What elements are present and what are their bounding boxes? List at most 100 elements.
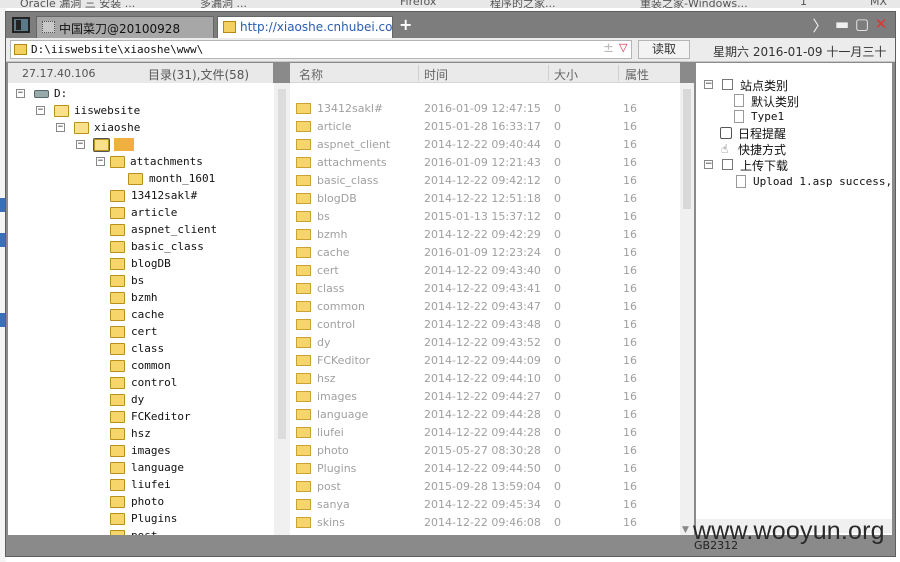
upload-log-item[interactable]: Upload 1.asp success, w (736, 174, 892, 190)
tree-node-folder[interactable]: bzmh (110, 290, 260, 306)
tree-node-folder[interactable]: control (110, 375, 260, 391)
collapse-icon[interactable]: − (76, 140, 85, 149)
file-row[interactable]: bs 2015-01-13 15:37:12 0 16 (290, 207, 680, 225)
collapse-icon[interactable]: − (16, 89, 25, 98)
file-row[interactable]: FCKeditor 2014-12-22 09:44:09 0 16 (290, 351, 680, 369)
tree-node-folder[interactable]: liufei (110, 477, 260, 493)
column-name-header[interactable]: 名称 (299, 66, 323, 83)
file-time: 2014-12-22 09:45:34 (424, 498, 541, 511)
column-attr-header[interactable]: 属性 (625, 66, 649, 83)
file-row[interactable]: images 2014-12-22 09:44:27 0 16 (290, 387, 680, 405)
file-row[interactable]: Plugins 2014-12-22 09:44:50 0 16 (290, 459, 680, 477)
app-menu-icon[interactable] (12, 17, 30, 33)
file-row[interactable]: sanya 2014-12-22 09:45:34 0 16 (290, 495, 680, 513)
column-separator[interactable] (418, 65, 419, 81)
tree-node-folder[interactable]: 13412sakl# (110, 188, 260, 204)
scrollbar-thumb[interactable] (683, 89, 691, 209)
tree-node-folder[interactable]: cache (110, 307, 260, 323)
path-input[interactable]: D:\iiswebsite\xiaoshe\www\ ± ▽ (10, 40, 632, 59)
scrollbar-thumb[interactable] (278, 89, 286, 439)
file-row[interactable]: photo 2015-05-27 08:30:28 0 16 (290, 441, 680, 459)
site-category-node[interactable]: − 站点类别 (704, 77, 884, 93)
tree-node-folder[interactable]: cert (110, 324, 260, 340)
file-time: 2014-12-22 09:44:28 (424, 426, 541, 439)
tree-node-folder[interactable]: language (110, 460, 260, 476)
file-row[interactable]: aspnet_client 2014-12-22 09:40:44 0 16 (290, 135, 680, 153)
file-row[interactable]: skins 2014-12-22 09:46:08 0 16 (290, 513, 680, 531)
file-row[interactable]: attachments 2016-01-09 12:21:43 0 16 (290, 153, 680, 171)
close-icon[interactable]: ✕ (873, 15, 889, 33)
tab-file-manager[interactable]: http://xiaoshe.cnhubei.com/a... (217, 16, 393, 38)
tree-scrollbar[interactable] (274, 83, 290, 535)
new-tab-button[interactable]: + (399, 15, 413, 34)
tree-node-folder[interactable]: post (110, 528, 260, 535)
minimize-icon[interactable]: ▬ (834, 15, 850, 33)
folder-icon (110, 275, 125, 287)
file-list-scrollbar[interactable]: ▼ (680, 83, 694, 535)
type1-node[interactable]: Type1 (734, 109, 884, 125)
chevron-down-icon[interactable]: ▽ (619, 41, 627, 54)
file-attr: 16 (623, 138, 637, 151)
tree-node-folder[interactable]: Plugins (110, 511, 260, 527)
tree-node-xiaoshe[interactable]: − xiaoshe (56, 120, 196, 136)
collapse-icon[interactable]: − (56, 123, 65, 132)
file-row[interactable]: 13412sakl# 2016-01-09 12:47:15 0 16 (290, 99, 680, 117)
column-separator[interactable] (618, 65, 619, 81)
tree-node-folder[interactable]: FCKeditor (110, 409, 260, 425)
tree-node-folder[interactable]: aspnet_client (110, 222, 260, 238)
file-row[interactable]: control 2014-12-22 09:43:48 0 16 (290, 315, 680, 333)
tree-node-folder[interactable]: common (110, 358, 260, 374)
file-row[interactable]: dy 2014-12-22 09:43:52 0 16 (290, 333, 680, 351)
file-row[interactable]: common 2014-12-22 09:43:47 0 16 (290, 297, 680, 315)
file-row[interactable]: blogDB 2014-12-22 12:51:18 0 16 (290, 189, 680, 207)
forward-icon[interactable]: 〉 (812, 15, 828, 36)
folder-icon (296, 283, 311, 294)
collapse-icon[interactable]: − (96, 157, 105, 166)
schedule-node[interactable]: 日程提醒 (720, 125, 880, 141)
column-size-header[interactable]: 大小 (554, 66, 578, 83)
file-row[interactable]: basic_class 2014-12-22 09:42:12 0 16 (290, 171, 680, 189)
file-row[interactable]: bzmh 2014-12-22 09:42:29 0 16 (290, 225, 680, 243)
tree-node-folder[interactable]: class (110, 341, 260, 357)
folder-icon (110, 309, 125, 321)
tree-node-folder[interactable]: hsz (110, 426, 260, 442)
maximize-icon[interactable]: ▢ (854, 15, 870, 33)
file-size: 0 (554, 444, 561, 457)
tree-node-attachments[interactable]: − attachments (96, 154, 246, 170)
shortcuts-node[interactable]: ☝ 快捷方式 (720, 141, 880, 157)
upload-download-node[interactable]: − 上传下载 (704, 157, 884, 173)
tree-node-month[interactable]: month_1601 (128, 171, 248, 187)
file-row[interactable]: class 2014-12-22 09:43:41 0 16 (290, 279, 680, 297)
tree-node-folder[interactable]: dy (110, 392, 260, 408)
column-separator[interactable] (548, 65, 549, 81)
collapse-icon[interactable]: − (36, 106, 45, 115)
file-row[interactable]: liufei 2014-12-22 09:44:28 0 16 (290, 423, 680, 441)
tree-node-folder[interactable]: article (110, 205, 260, 221)
file-row[interactable]: cache 2016-01-09 12:23:24 0 16 (290, 243, 680, 261)
collapse-icon[interactable]: − (704, 160, 713, 169)
tree-node-iiswebsite[interactable]: − iiswebsite (36, 103, 176, 119)
tree-node-folder[interactable]: blogDB (110, 256, 260, 272)
tab-home[interactable]: 中国菜刀@20100928 (36, 16, 214, 38)
scroll-down-icon[interactable]: ▼ (682, 525, 689, 535)
file-row[interactable]: cert 2014-12-22 09:43:40 0 16 (290, 261, 680, 279)
tree-node-drive[interactable]: − D: (16, 86, 136, 102)
collapse-icon[interactable]: − (704, 80, 713, 89)
read-button[interactable]: 读取 (638, 40, 690, 59)
default-category-node[interactable]: 默认类别 (734, 93, 884, 109)
tree-node-folder[interactable]: basic_class (110, 239, 260, 255)
tree-node-www[interactable]: − www (76, 137, 196, 153)
file-attr: 16 (623, 192, 637, 205)
tree-label: D: (54, 87, 68, 100)
path-text: D:\iiswebsite\xiaoshe\www\ (31, 43, 204, 56)
tree-label: 13412sakl# (131, 189, 198, 202)
column-time-header[interactable]: 时间 (424, 66, 448, 83)
plus-minus-icon[interactable]: ± (603, 41, 614, 56)
tree-node-folder[interactable]: photo (110, 494, 260, 510)
file-row[interactable]: article 2015-01-28 16:33:17 0 16 (290, 117, 680, 135)
tree-node-folder[interactable]: bs (110, 273, 260, 289)
tree-node-folder[interactable]: images (110, 443, 260, 459)
file-row[interactable]: language 2014-12-22 09:44:28 0 16 (290, 405, 680, 423)
file-row[interactable]: hsz 2014-12-22 09:44:10 0 16 (290, 369, 680, 387)
file-row[interactable]: post 2015-09-28 13:59:04 0 16 (290, 477, 680, 495)
